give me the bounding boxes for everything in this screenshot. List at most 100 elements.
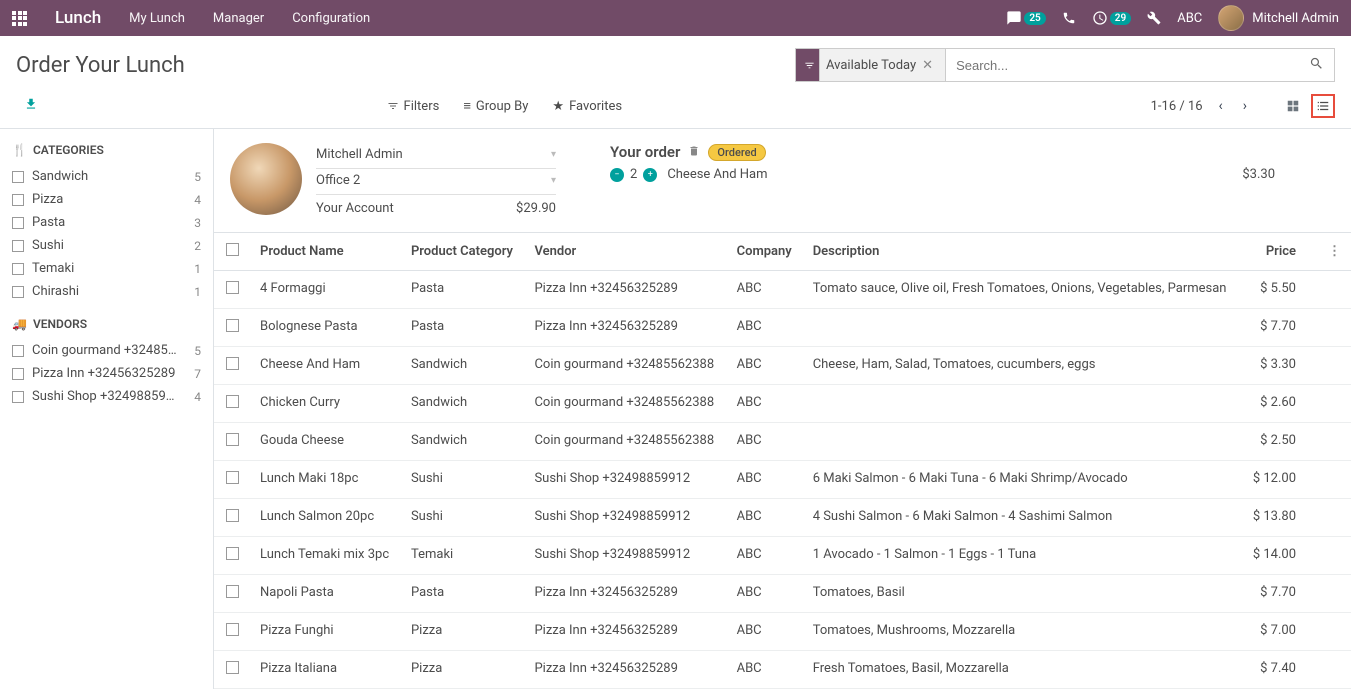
qty-minus-button[interactable]: − [610, 168, 624, 182]
col-company[interactable]: Company [727, 233, 803, 271]
kanban-view-button[interactable] [1281, 94, 1305, 118]
cell-company: ABC [727, 423, 803, 461]
cell-company: ABC [727, 347, 803, 385]
checkbox-icon[interactable] [12, 263, 24, 275]
user-select[interactable]: Mitchell Admin▾ [316, 143, 556, 169]
groupby-button[interactable]: ≡ Group By [463, 98, 528, 114]
checkbox-icon[interactable] [12, 217, 24, 229]
sidebar-vendor-item[interactable]: Pizza Inn +324563252897 [12, 362, 201, 385]
chat-icon[interactable]: 25 [1006, 10, 1045, 26]
col-options-icon[interactable]: ⋮ [1318, 233, 1351, 271]
table-row[interactable]: Cheese And HamSandwichCoin gourmand +324… [214, 347, 1351, 385]
nav-manager[interactable]: Manager [213, 11, 264, 26]
row-checkbox[interactable] [226, 319, 239, 332]
sidebar-category-item[interactable]: Sandwich5 [12, 165, 201, 188]
sidebar-category-item[interactable]: Pizza4 [12, 188, 201, 211]
cell-category: Temaki [401, 537, 525, 575]
checkbox-icon[interactable] [12, 171, 24, 183]
checkbox-icon[interactable] [12, 286, 24, 298]
row-checkbox[interactable] [226, 547, 239, 560]
download-icon[interactable] [24, 97, 38, 115]
checkbox-icon[interactable] [12, 194, 24, 206]
checkbox-icon[interactable] [12, 368, 24, 380]
checkbox-icon[interactable] [12, 391, 24, 403]
cell-name: Bolognese Pasta [250, 309, 401, 347]
row-checkbox[interactable] [226, 471, 239, 484]
navbar: Lunch My Lunch Manager Configuration 25 … [0, 0, 1351, 36]
tools-icon[interactable] [1147, 11, 1161, 25]
col-name[interactable]: Product Name [250, 233, 401, 271]
cell-vendor: Pizza Inn +32456325289 [524, 575, 726, 613]
phone-icon[interactable] [1062, 11, 1076, 25]
pager-prev[interactable]: ‹ [1215, 98, 1227, 114]
search-input[interactable] [946, 58, 1299, 73]
sidebar-category-item[interactable]: Temaki1 [12, 257, 201, 280]
checkbox-icon[interactable] [12, 240, 24, 252]
row-checkbox[interactable] [226, 281, 239, 294]
cell-description: 4 Sushi Salmon - 6 Maki Salmon - 4 Sashi… [803, 499, 1242, 537]
table-row[interactable]: Pizza ItalianaPizzaPizza Inn +3245632528… [214, 651, 1351, 689]
category-count: 1 [194, 262, 201, 276]
category-count: 3 [194, 216, 201, 230]
vendor-count: 5 [194, 344, 201, 358]
row-checkbox[interactable] [226, 433, 239, 446]
table-row[interactable]: Lunch Maki 18pcSushiSushi Shop +32498859… [214, 461, 1351, 499]
row-checkbox[interactable] [226, 357, 239, 370]
table-row[interactable]: 4 FormaggiPastaPizza Inn +32456325289ABC… [214, 271, 1351, 309]
cell-vendor: Sushi Shop +32498859912 [524, 537, 726, 575]
row-checkbox[interactable] [226, 509, 239, 522]
apps-icon[interactable] [12, 11, 27, 26]
table-row[interactable]: Lunch Salmon 20pcSushiSushi Shop +324988… [214, 499, 1351, 537]
table-row[interactable]: Pizza FunghiPizzaPizza Inn +32456325289A… [214, 613, 1351, 651]
nav-configuration[interactable]: Configuration [292, 11, 370, 26]
filter-facet-icon [796, 49, 820, 81]
cell-category: Sandwich [401, 347, 525, 385]
table-row[interactable]: Gouda CheeseSandwichCoin gourmand +32485… [214, 423, 1351, 461]
cell-price: $ 3.30 [1242, 347, 1318, 385]
nav-my-lunch[interactable]: My Lunch [129, 11, 185, 26]
sidebar-vendor-item[interactable]: Sushi Shop +324988599...4 [12, 385, 201, 408]
vendor-name: Pizza Inn +32456325289 [32, 366, 175, 381]
sidebar-vendor-item[interactable]: Coin gourmand +32485...5 [12, 339, 201, 362]
table-row[interactable]: Lunch Temaki mix 3pcTemakiSushi Shop +32… [214, 537, 1351, 575]
pager-text[interactable]: 1-16 / 16 [1151, 99, 1203, 114]
filter-facet-remove[interactable]: ✕ [916, 58, 939, 73]
sidebar-category-item[interactable]: Sushi2 [12, 234, 201, 257]
cell-vendor: Pizza Inn +32456325289 [524, 271, 726, 309]
activity-icon[interactable]: 29 [1092, 10, 1131, 26]
trash-icon[interactable] [688, 145, 700, 160]
qty-plus-button[interactable]: + [643, 168, 657, 182]
category-name: Pasta [32, 215, 65, 230]
user-menu[interactable]: Mitchell Admin [1218, 5, 1339, 31]
table-row[interactable]: Napoli PastaPastaPizza Inn +32456325289A… [214, 575, 1351, 613]
col-description[interactable]: Description [803, 233, 1242, 271]
pager-next[interactable]: › [1239, 98, 1251, 114]
cell-price: $ 7.00 [1242, 613, 1318, 651]
col-category[interactable]: Product Category [401, 233, 525, 271]
cell-name: Chicken Curry [250, 385, 401, 423]
table-row[interactable]: Bolognese PastaPastaPizza Inn +324563252… [214, 309, 1351, 347]
company-selector[interactable]: ABC [1177, 11, 1202, 26]
location-select[interactable]: Office 2▾ [316, 169, 556, 195]
filters-button[interactable]: Filters [387, 99, 440, 114]
checkbox-icon[interactable] [12, 345, 24, 357]
row-checkbox[interactable] [226, 661, 239, 674]
select-all-checkbox[interactable] [226, 243, 239, 256]
sidebar-category-item[interactable]: Chirashi1 [12, 280, 201, 303]
table-row[interactable]: Chicken CurrySandwichCoin gourmand +3248… [214, 385, 1351, 423]
sidebar-category-item[interactable]: Pasta 3 [12, 211, 201, 234]
category-count: 1 [194, 285, 201, 299]
row-checkbox[interactable] [226, 395, 239, 408]
list-view-button[interactable] [1311, 94, 1335, 118]
col-price[interactable]: Price [1242, 233, 1318, 271]
cell-vendor: Sushi Shop +32498859912 [524, 461, 726, 499]
row-checkbox[interactable] [226, 623, 239, 636]
search-icon[interactable] [1299, 56, 1334, 75]
cell-price: $ 7.40 [1242, 651, 1318, 689]
row-checkbox[interactable] [226, 585, 239, 598]
cell-description: 6 Maki Salmon - 6 Maki Tuna - 6 Maki Shr… [803, 461, 1242, 499]
search-bar[interactable]: Available Today ✕ [795, 48, 1335, 82]
favorites-button[interactable]: ★ Favorites [552, 99, 622, 114]
col-vendor[interactable]: Vendor [524, 233, 726, 271]
app-brand[interactable]: Lunch [55, 8, 101, 28]
